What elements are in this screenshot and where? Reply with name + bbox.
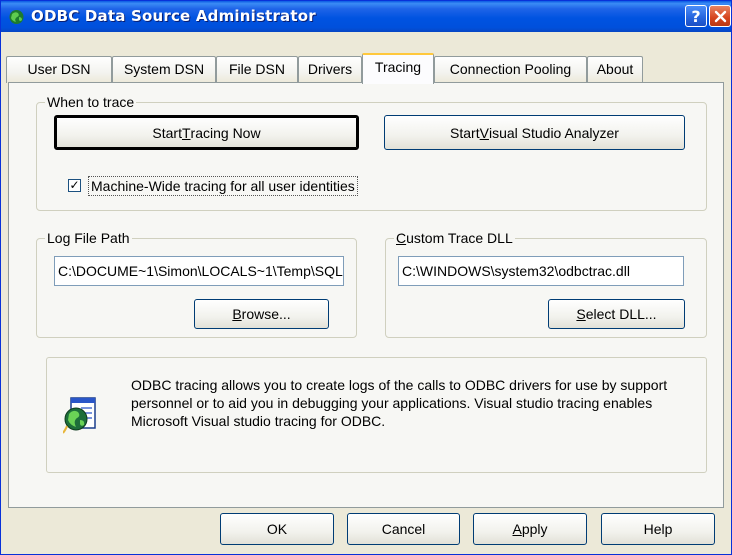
close-title-button[interactable] bbox=[709, 5, 731, 27]
odbc-window: ODBC Data Source Administrator ? User DS… bbox=[0, 0, 732, 555]
custom-trace-dll-input[interactable]: C:\WINDOWS\system32\odbctrac.dll bbox=[398, 256, 684, 286]
start-visual-studio-analyzer-button[interactable]: Start Visual Studio Analyzer bbox=[384, 115, 685, 150]
cancel-button[interactable]: Cancel bbox=[347, 513, 460, 545]
tab-label: File DSN bbox=[228, 61, 285, 77]
log-file-path-label: Log File Path bbox=[45, 230, 132, 246]
button-label-accel: T bbox=[181, 124, 191, 141]
info-box: ODBC tracing allows you to create logs o… bbox=[46, 357, 707, 473]
when-to-trace-label: When to trace bbox=[45, 94, 137, 110]
tab-label: Drivers bbox=[307, 61, 353, 77]
tab-drivers[interactable]: Drivers bbox=[298, 56, 362, 83]
button-label: Cancel bbox=[381, 521, 426, 537]
help-icon: ? bbox=[691, 6, 701, 26]
apply-button[interactable]: Apply bbox=[473, 513, 587, 545]
tab-connection-pooling[interactable]: Connection Pooling bbox=[434, 56, 587, 83]
close-icon bbox=[714, 10, 726, 22]
title-bar[interactable]: ODBC Data Source Administrator ? bbox=[1, 1, 731, 32]
button-label-part: rowse... bbox=[241, 306, 291, 322]
button-label-part: elect DLL... bbox=[585, 306, 657, 322]
custom-trace-dll-label: Custom Trace DLL bbox=[394, 230, 515, 246]
tab-about[interactable]: About bbox=[587, 56, 643, 83]
label-accel: C bbox=[396, 230, 407, 246]
tab-system-dsn[interactable]: System DSN bbox=[112, 56, 216, 83]
machine-wide-checkbox[interactable]: ✓ bbox=[68, 179, 81, 192]
button-label-part: racing Now bbox=[190, 124, 261, 141]
tab-label: Connection Pooling bbox=[449, 61, 572, 77]
button-label-accel: V bbox=[479, 124, 489, 141]
button-label: Help bbox=[643, 521, 673, 537]
tab-label: User DSN bbox=[27, 61, 91, 77]
tab-user-dsn[interactable]: User DSN bbox=[6, 56, 112, 83]
button-label: OK bbox=[266, 521, 288, 537]
checkmark-icon: ✓ bbox=[69, 178, 80, 192]
log-file-path-input[interactable]: C:\DOCUME~1\Simon\LOCALS~1\Temp\SQL.LOG bbox=[54, 256, 344, 286]
tab-tracing[interactable]: Tracing bbox=[362, 53, 434, 84]
button-label-accel: B bbox=[232, 306, 242, 322]
odbc-globe-icon bbox=[9, 10, 24, 24]
tab-label: System DSN bbox=[123, 61, 205, 77]
tab-file-dsn[interactable]: File DSN bbox=[216, 56, 298, 83]
button-label-accel: S bbox=[576, 306, 586, 322]
help-title-button[interactable]: ? bbox=[685, 5, 707, 27]
tab-label: About bbox=[596, 61, 634, 77]
info-description: ODBC tracing allows you to create logs o… bbox=[131, 377, 668, 429]
start-tracing-now-button[interactable]: Start Tracing Now bbox=[54, 115, 359, 150]
tab-label: Tracing bbox=[374, 59, 422, 75]
browse-button[interactable]: Browse... bbox=[194, 299, 329, 329]
tracing-panel: When to trace Start Tracing Now Start Vi… bbox=[8, 82, 724, 508]
machine-wide-label[interactable]: Machine-Wide tracing for all user identi… bbox=[88, 176, 358, 196]
button-label-accel: A bbox=[512, 521, 522, 537]
button-label-part: Start bbox=[152, 124, 182, 141]
ok-button[interactable]: OK bbox=[220, 513, 334, 545]
label-part: ustom Trace DLL bbox=[406, 230, 513, 246]
button-label-part: isual Studio Analyzer bbox=[488, 124, 619, 141]
window-title: ODBC Data Source Administrator bbox=[31, 7, 316, 25]
help-button[interactable]: Help bbox=[601, 513, 715, 545]
select-dll-button[interactable]: Select DLL... bbox=[548, 299, 685, 329]
tab-strip: User DSN System DSN File DSN Drivers Tra… bbox=[1, 32, 731, 84]
button-label-part: pply bbox=[521, 521, 548, 537]
odbc-globe-document-icon bbox=[63, 397, 96, 434]
button-label-part: Start bbox=[450, 124, 480, 141]
